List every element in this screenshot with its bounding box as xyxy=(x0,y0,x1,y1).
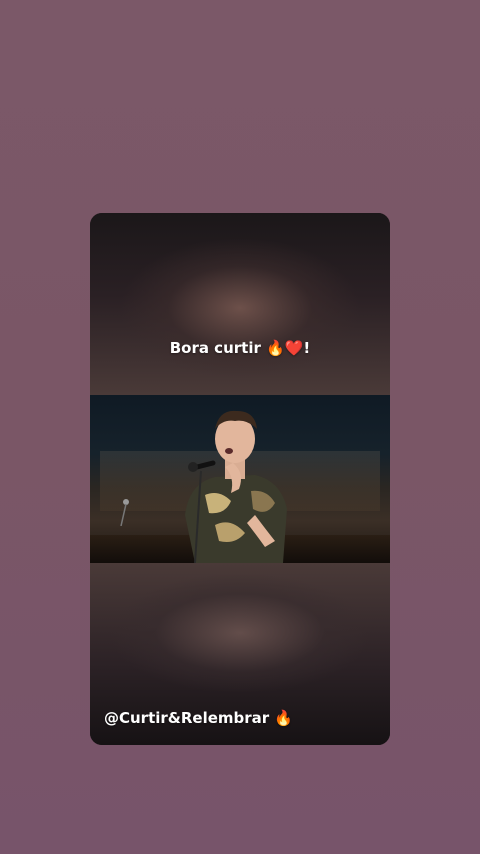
bottom-caption: @Curtir&Relembrar 🔥 xyxy=(104,709,294,727)
top-caption: Bora curtir 🔥❤️! xyxy=(169,339,311,357)
story-card[interactable]: Bora curtir 🔥❤️! @Curtir&Relembrar 🔥 xyxy=(90,213,390,745)
blurred-background-top xyxy=(90,213,390,395)
microphone-stand-icon xyxy=(120,499,129,526)
video-frame[interactable] xyxy=(90,395,390,563)
story-screen: Bora curtir 🔥❤️! @Curtir&Relembrar 🔥 xyxy=(0,0,480,854)
singer-figure xyxy=(185,410,287,563)
